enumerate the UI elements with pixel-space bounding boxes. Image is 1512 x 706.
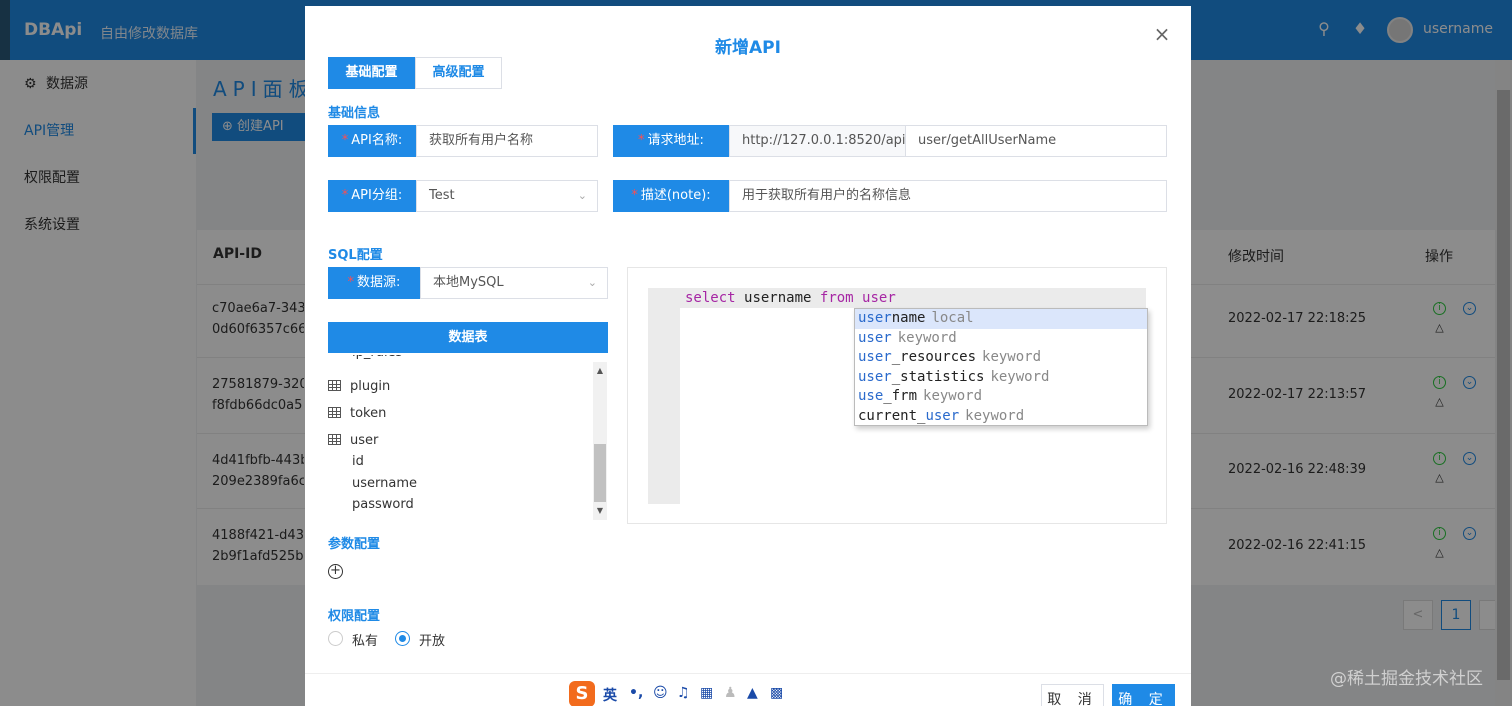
api-name-input[interactable]: 获取所有用户名称 <box>416 125 598 157</box>
api-group-label: * API分组: <box>328 180 416 212</box>
chevron-down-icon: ⌄ <box>577 189 587 202</box>
tables-button[interactable]: 数据表 <box>328 322 608 353</box>
autocomplete-popup: username local user keyword user_resources… <box>854 308 1148 426</box>
dialog-title: 新增API <box>715 38 781 58</box>
autocomplete-item[interactable]: user_statistics keyword <box>855 368 1147 388</box>
tab-basic-config[interactable]: 基础配置 <box>328 57 415 89</box>
table-tree: ip_rules plugin token user id username p… <box>328 355 608 520</box>
scroll-down-icon[interactable]: ▼ <box>594 506 606 515</box>
url-prefix: http://127.0.0.1:8520/api/ <box>729 125 906 157</box>
datasource-select[interactable]: 本地MySQL ⌄ <box>420 267 608 299</box>
sogou-logo-icon[interactable]: S <box>569 681 595 706</box>
scroll-up-icon[interactable]: ▲ <box>594 366 606 375</box>
api-group-select[interactable]: Test ⌄ <box>416 180 598 212</box>
radio-public[interactable] <box>395 631 410 646</box>
radio-private[interactable] <box>328 631 343 646</box>
toolbox-icon[interactable]: ▩ <box>770 685 783 701</box>
radio-public-label[interactable]: 开放 <box>419 630 445 649</box>
user-icon[interactable]: ♟ <box>724 685 737 701</box>
autocomplete-item[interactable]: current_user keyword <box>855 407 1147 427</box>
cancel-button[interactable]: 取 消 <box>1041 684 1104 706</box>
tab-advanced-config[interactable]: 高级配置 <box>415 57 502 89</box>
autocomplete-item[interactable]: user keyword <box>855 329 1147 349</box>
param-config-heading: 参数配置 <box>328 537 381 552</box>
ime-punctuation-toggle[interactable]: •, <box>629 685 643 701</box>
ime-toolbar: S 英 •, ☺ ♫ ▦ ♟ ▲ ▩ <box>567 678 792 706</box>
keyboard-icon[interactable]: ▦ <box>700 685 713 701</box>
datasource-label: * 数据源: <box>328 267 420 299</box>
microphone-icon[interactable]: ♫ <box>677 685 690 701</box>
autocomplete-item[interactable]: use_frm keyword <box>855 387 1147 407</box>
chevron-down-icon: ⌄ <box>587 276 597 289</box>
autocomplete-item[interactable]: username local <box>855 309 1147 329</box>
url-path-input[interactable]: user/getAllUserName <box>905 125 1167 157</box>
autocomplete-item[interactable]: user_resources keyword <box>855 348 1147 368</box>
ime-language-toggle[interactable]: 英 <box>603 685 617 705</box>
confirm-button[interactable]: 确 定 <box>1112 684 1175 706</box>
tree-item-column[interactable]: password <box>352 497 414 512</box>
tree-item-column[interactable]: id <box>352 454 364 469</box>
api-name-label: * API名称: <box>328 125 416 157</box>
tree-item-table[interactable]: plugin <box>328 379 390 394</box>
watermark: @稀土掘金技术社区 <box>1330 669 1483 689</box>
sql-editor[interactable]: select username from user username local … <box>627 267 1167 524</box>
radio-private-label[interactable]: 私有 <box>352 630 378 649</box>
permission-heading: 权限配置 <box>328 609 381 624</box>
add-api-dialog: 新增API × 基础配置 高级配置 基础信息 * API名称: 获取所有用户名称 … <box>305 6 1191 706</box>
table-icon <box>328 380 341 391</box>
description-label: * 描述(note): <box>613 180 729 212</box>
tree-item-table[interactable]: user <box>328 433 378 448</box>
tree-item-column[interactable]: username <box>352 476 417 491</box>
tree-item-partial[interactable]: ip_rules <box>352 355 402 360</box>
table-icon <box>328 407 341 418</box>
url-label: * 请求地址: <box>613 125 729 157</box>
dialog-footer-divider <box>305 673 1191 674</box>
tree-scrollbar-thumb[interactable] <box>594 444 606 502</box>
table-icon <box>328 434 341 445</box>
description-input[interactable]: 用于获取所有用户的名称信息 <box>729 180 1167 212</box>
code-line[interactable]: select username from user <box>680 288 1146 308</box>
tree-item-table[interactable]: token <box>328 406 386 421</box>
basic-info-heading: 基础信息 <box>328 106 381 121</box>
close-icon[interactable]: × <box>1152 22 1172 46</box>
emoji-icon[interactable]: ☺ <box>653 685 668 701</box>
skin-icon[interactable]: ▲ <box>747 685 758 701</box>
add-param-icon[interactable]: + <box>328 564 343 579</box>
sql-config-heading: SQL配置 <box>328 248 383 263</box>
editor-gutter <box>648 288 680 504</box>
